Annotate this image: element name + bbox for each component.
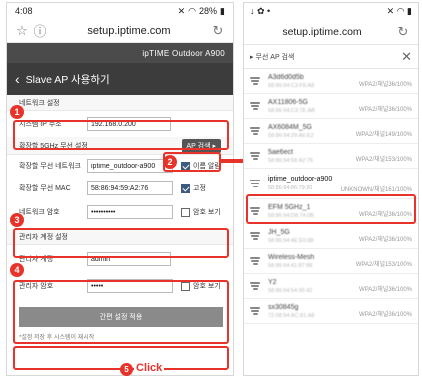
- ap-list-item[interactable]: EFM 5GHz_1 58:86:94:D8:74:0B WPA2/채널36/100…: [244, 199, 418, 224]
- ap-security-channel: WPA2/채널153/100%: [355, 262, 412, 268]
- ap-security-channel: WPA2/채널36/100%: [359, 212, 412, 218]
- step-badge-1: 1: [10, 105, 24, 119]
- browser-address-bar: ☆ ⓘ setup.iptime.com ↻: [7, 19, 233, 43]
- url-text[interactable]: setup.iptime.com: [49, 25, 209, 37]
- row-mac: 확장할 무선 MAC 고정: [7, 177, 233, 199]
- ap-list-item[interactable]: A3d6d0d5b 58:86:94:C3:F6:A8 WPA2/채널36/100%: [244, 69, 418, 94]
- admin-id-input[interactable]: [87, 252, 171, 266]
- wifi-signal-icon: [250, 126, 260, 136]
- ap-search-panel-title: ▸ 무선 AP 검색: [250, 53, 295, 61]
- admin-password-label: 관리자 암호: [19, 283, 54, 290]
- section-wireless: 확장할 5GHz 무선 설정 AP 검색 ▸: [7, 137, 233, 155]
- wifi-signal-icon: [250, 231, 260, 241]
- browser-address-bar-right: setup.iptime.com ↻: [244, 19, 418, 45]
- reload-icon[interactable]: ↻: [209, 23, 227, 39]
- row-wifi-password: 네트워크 암호 암호 보기: [7, 199, 233, 225]
- ap-security-channel: WPA2/채널36/100%: [359, 82, 412, 88]
- right-phone: ↓ ✿ • ✕ ◠ ▮ setup.iptime.com ↻ ▸ 무선 AP 검…: [243, 2, 419, 376]
- ap-list-item[interactable]: sx30845g 72:08:94:AC:81:A8 WPA2/채널36/100%: [244, 299, 418, 324]
- mac-label: 확장할 무선 MAC: [19, 185, 71, 192]
- battery-level: 28%: [199, 6, 218, 16]
- footnote: *설정 저장 후 시스템이 재시작: [19, 335, 95, 341]
- page-header: ‹ Slave AP 사용하기: [7, 63, 233, 95]
- ap-security-channel: WPA2/채널149/100%: [355, 132, 412, 138]
- show-admin-password-checkbox[interactable]: 암호 보기: [181, 281, 221, 291]
- ap-security-channel: WPA2/채널36/100%: [359, 287, 412, 293]
- wifi-icon: ◠: [188, 5, 197, 16]
- mac-fixed-checkbox[interactable]: 고정: [181, 183, 206, 193]
- bookmark-star-icon[interactable]: ☆: [13, 23, 31, 39]
- ap-security-channel: UNKNOWN/채널161/100%: [340, 187, 412, 193]
- reload-icon-right[interactable]: ↻: [394, 24, 412, 40]
- ap-search-button[interactable]: AP 검색 ▸: [181, 138, 221, 153]
- ap-security-channel: WPA2/채널36/100%: [359, 107, 412, 113]
- ap-list-item[interactable]: JH_5G 58:86:94:4E:E0:88 WPA2/채널36/100%: [244, 224, 418, 249]
- ap-ssid: iptime_outdoor-a900: [268, 176, 333, 183]
- wifi-password-label: 네트워크 암호: [19, 209, 60, 216]
- status-time: 4:08: [15, 6, 33, 16]
- ap-list-item[interactable]: AX6084M_5G 58:86:94:29:A6:E2 WPA2/채널149/10…: [244, 119, 418, 144]
- wifi-signal-icon: [250, 179, 260, 189]
- ap-list-item[interactable]: iptime_outdoor-a900 58:86:94:86:79:20 UNKN…: [244, 169, 418, 199]
- wifi-signal-icon: [250, 256, 260, 266]
- show-wifi-password-checkbox[interactable]: 암호 보기: [181, 207, 221, 217]
- brand-logo: ipTIME Outdoor A900: [142, 48, 225, 58]
- close-icon[interactable]: ✕: [401, 49, 412, 65]
- ap-search-panel-header: ▸ 무선 AP 검색 ✕: [244, 45, 418, 69]
- step-badge-2: 2: [163, 155, 177, 169]
- signal-icon: ↓ ✿ •: [250, 5, 271, 16]
- ap-list-item[interactable]: AX11806-5G 58:86:94:C3:7E:AB WPA2/채널36/100…: [244, 94, 418, 119]
- row-ssid: 확장할 무선 네트워크 이름 알림: [7, 155, 233, 177]
- ap-security-channel: WPA2/채널36/100%: [359, 312, 412, 318]
- wifi-signal-icon: [250, 306, 260, 316]
- wifi-signal-icon: [250, 206, 260, 216]
- wifi-password-input[interactable]: [87, 205, 173, 219]
- ssid-broadcast-checkbox[interactable]: 이름 알림: [181, 161, 221, 171]
- section-network: 네트워크 설정: [7, 95, 233, 111]
- section-admin: 관리자 계정 설정: [7, 229, 233, 245]
- page-title: Slave AP 사용하기: [25, 73, 110, 86]
- admin-password-input[interactable]: [87, 279, 173, 293]
- site-info-icon[interactable]: ⓘ: [31, 21, 49, 40]
- status-icons-right: ✕ ◠ ▮: [386, 5, 412, 16]
- ap-list-item[interactable]: Y2 58:86:94:54:95:42 WPA2/채널36/100%: [244, 274, 418, 299]
- row-admin-id: 관리자 계정: [7, 245, 233, 273]
- status-bar: 4:08 ✕ ◠ 28% ▮: [7, 3, 233, 19]
- wifi-signal-icon: [250, 151, 260, 161]
- ip-input[interactable]: [87, 117, 171, 131]
- ap-security-channel: WPA2/채널36/100%: [359, 237, 412, 243]
- url-text-right[interactable]: setup.iptime.com: [250, 26, 394, 38]
- wifi-signal-icon: [250, 76, 260, 86]
- wifi-signal-icon: [250, 281, 260, 291]
- ap-list-item[interactable]: 5ae6ect 58:86:94:58:A2:76 WPA2/채널153/100%: [244, 144, 418, 169]
- brand-bar: ipTIME Outdoor A900: [7, 43, 233, 63]
- left-phone: 4:08 ✕ ◠ 28% ▮ ☆ ⓘ setup.iptime.com ↻ ip…: [6, 2, 234, 376]
- mute-icon: ✕: [177, 5, 186, 16]
- ap-list-item[interactable]: Wireless-Mesh 58:86:94:41:87:88 WPA2/채널153…: [244, 249, 418, 274]
- ap-security-channel: WPA2/채널153/100%: [355, 157, 412, 163]
- row-admin-password: 관리자 암호 암호 보기: [7, 273, 233, 299]
- wifi-signal-icon: [250, 101, 260, 111]
- admin-id-label: 관리자 계정: [19, 256, 54, 263]
- status-bar-right: ↓ ✿ • ✕ ◠ ▮: [244, 3, 418, 19]
- ip-label: 시스템 IP 주소: [19, 121, 62, 128]
- ssid-label: 확장할 무선 네트워크: [19, 163, 81, 170]
- step-badge-3: 3: [10, 213, 24, 227]
- battery-icon: ▮: [220, 5, 225, 16]
- step-badge-4: 4: [10, 263, 24, 277]
- apply-easy-setup-button[interactable]: 간편 설정 적용: [19, 307, 223, 327]
- ssid-input[interactable]: [87, 159, 173, 173]
- step-badge-5: 5: [120, 363, 133, 376]
- ap-list: A3d6d0d5b 58:86:94:C3:F6:A8 WPA2/채널36/100%…: [244, 69, 418, 324]
- click-annotation: Click: [134, 362, 165, 374]
- mac-input[interactable]: [87, 181, 173, 195]
- row-system-ip: 시스템 IP 주소: [7, 111, 233, 137]
- back-chevron-icon[interactable]: ‹: [15, 72, 20, 86]
